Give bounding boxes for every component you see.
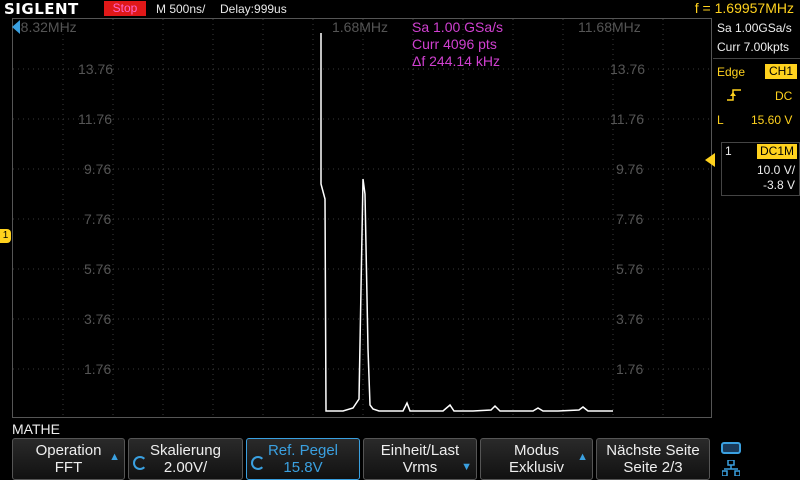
divider [713, 58, 800, 59]
timebase-readout: M 500ns/ [156, 2, 206, 16]
scale-label-right: 9.76 [616, 161, 644, 177]
scale-label-left: 5.76 [84, 261, 112, 277]
grid-overlay: -8.32MHz 1.68MHz 11.68MHz 13.76 11.76 9.… [12, 18, 712, 418]
trigger-type-label: Edge [717, 65, 746, 79]
brand-logo: SIGLENT [4, 0, 79, 18]
softkey-label: Ref. Pegel [267, 442, 339, 459]
rotary-knob-icon [251, 456, 265, 470]
scale-label-right: 11.76 [610, 111, 644, 127]
scale-label-left: 9.76 [84, 161, 112, 177]
network-lan-icon [722, 460, 740, 476]
softkey-value: Seite 2/3 [623, 459, 683, 476]
softkey-label: Operation [35, 442, 102, 459]
menu-title: MATHE [12, 421, 60, 437]
frequency-resolution-measurement: Δf 244.14 kHz [412, 53, 500, 69]
rising-edge-icon [727, 89, 741, 101]
unit-load-softkey[interactable]: Einheit/Last Vrms ▼ [363, 438, 477, 480]
scale-label-right: 1.76 [616, 361, 644, 377]
mode-softkey[interactable]: Modus Exklusiv ▲ [480, 438, 593, 480]
current-points-measurement: Curr 4096 pts [412, 36, 497, 52]
scale-label-left: 7.76 [84, 211, 112, 227]
scale-label-right: 5.76 [616, 261, 644, 277]
trigger-position-marker-icon[interactable] [12, 20, 22, 34]
trigger-level-value: 15.60 V [751, 113, 793, 127]
grid-header-right: 11.68MHz [578, 19, 641, 35]
scaling-softkey[interactable]: Skalierung 2.00V/ [128, 438, 243, 480]
softkey-bar: Operation FFT ▲ Skalierung 2.00V/ Ref. P… [0, 438, 800, 480]
softkey-value: FFT [54, 459, 83, 476]
trigger-source-badge[interactable]: CH1 [765, 64, 797, 79]
scale-label-right: 7.76 [616, 211, 644, 227]
scale-label-left: 13.76 [78, 61, 114, 77]
channel-1-offset-marker[interactable]: 1 [0, 229, 11, 243]
frequency-counter-readout: f = 1.69957MHz [694, 0, 794, 16]
softkey-label: Einheit/Last [380, 442, 460, 459]
run-stop-status-badge[interactable]: Stop [104, 1, 146, 16]
channel-number-label: 1 [725, 144, 732, 158]
scale-label-left: 3.76 [84, 311, 112, 327]
trigger-delay-readout: Delay:999us [220, 2, 287, 16]
memory-depth-info: Curr 7.00kpts [717, 40, 790, 54]
channel-offset: -3.8 V [763, 178, 796, 192]
scale-label-right: 3.76 [616, 311, 644, 327]
channel-volts-per-div: 10.0 V/ [757, 163, 796, 177]
scale-label-left: 11.76 [78, 111, 112, 127]
ref-level-softkey[interactable]: Ref. Pegel 15.8V [246, 438, 360, 480]
right-info-panel: Sa 1.00GSa/s Curr 7.00kpts Edge CH1 DC L… [705, 18, 800, 418]
top-status-bar: SIGLENT Stop M 500ns/ Delay:999us f = 1.… [0, 0, 800, 18]
sample-rate-measurement: Sa 1.00 GSa/s [412, 19, 504, 35]
softkey-label: Skalierung [150, 442, 221, 459]
arrow-up-icon: ▲ [109, 451, 120, 463]
grid-header-center: 1.68MHz [332, 19, 389, 35]
softkey-label: Nächste Seite [606, 442, 700, 459]
softkey-value: Exklusiv [508, 459, 564, 476]
arrow-down-icon: ▼ [461, 461, 472, 473]
arrow-up-icon: ▲ [577, 451, 588, 463]
softkey-label: Modus [513, 442, 560, 459]
trigger-level-prefix: L [717, 113, 724, 127]
softkey-value: Vrms [402, 459, 438, 476]
next-page-softkey[interactable]: Nächste Seite Seite 2/3 [596, 438, 710, 480]
scale-label-left: 1.76 [84, 361, 112, 377]
sample-rate-info: Sa 1.00GSa/s [717, 21, 792, 35]
rotary-knob-icon [133, 456, 147, 470]
scale-label-right: 13.76 [610, 61, 646, 77]
usb-storage-icon [721, 442, 741, 454]
operation-softkey[interactable]: Operation FFT ▲ [12, 438, 125, 480]
channel-selected-arrow-icon [705, 153, 715, 167]
grid-header-left: -8.32MHz [16, 19, 77, 35]
trigger-coupling-label: DC [775, 89, 793, 103]
channel-coupling-badge: DC1M [757, 144, 797, 159]
